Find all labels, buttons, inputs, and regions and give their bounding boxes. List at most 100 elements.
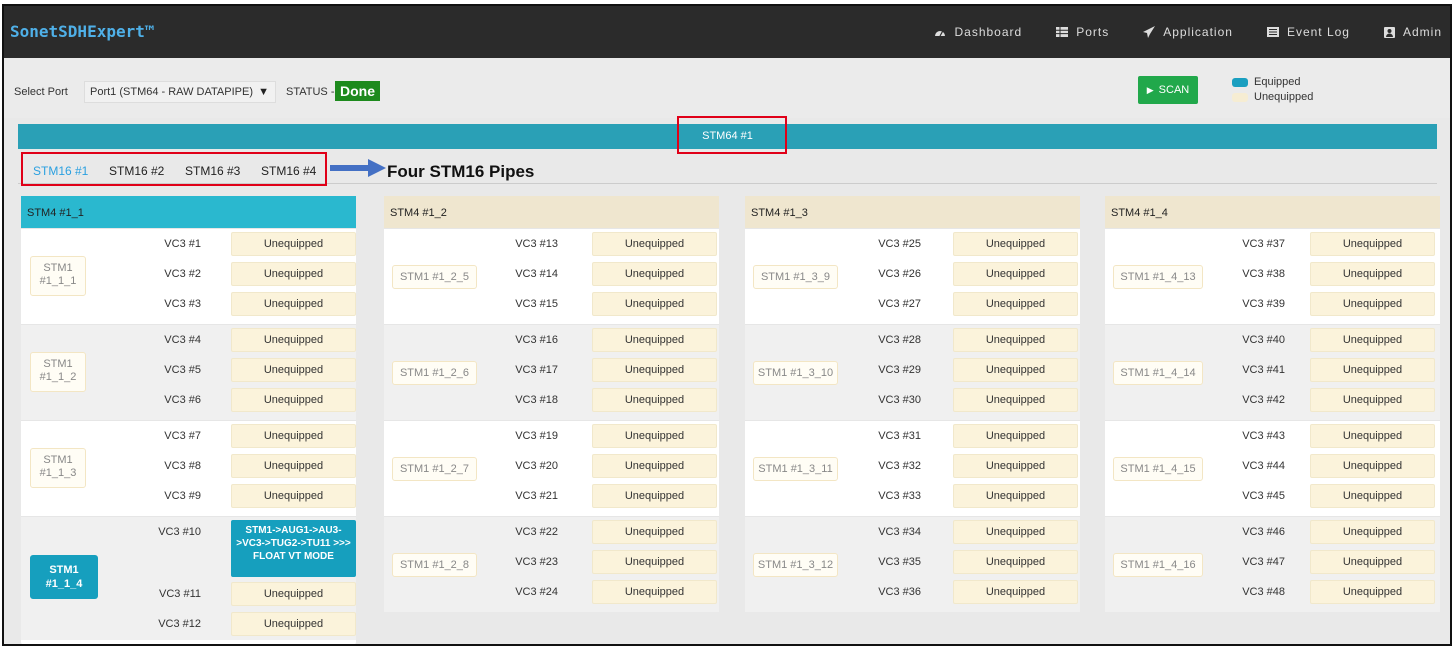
stm1-button[interactable]: STM1 #1_1_3 (30, 448, 86, 488)
vc3-status[interactable]: Unequipped (1310, 262, 1435, 286)
equipped-swatch (1232, 77, 1248, 87)
nav-ports[interactable]: Ports (1056, 25, 1109, 39)
vc3-status[interactable]: Unequipped (592, 262, 717, 286)
stm1-button[interactable]: STM1 #1_1_1 (30, 256, 86, 296)
vc3-status[interactable]: Unequipped (953, 484, 1078, 508)
select-port-label: Select Port (14, 86, 68, 98)
stm1-button[interactable]: STM1 #1_2_5 (392, 265, 477, 289)
vc3-status[interactable]: Unequipped (953, 550, 1078, 574)
vc3-status[interactable]: Unequipped (592, 520, 717, 544)
stm4-card-2-header[interactable]: STM4 #1_2 (384, 196, 719, 228)
vc3-status[interactable]: Unequipped (953, 358, 1078, 382)
vc3-status[interactable]: Unequipped (1310, 580, 1435, 604)
vc3-status[interactable]: Unequipped (953, 424, 1078, 448)
vc3-status[interactable]: Unequipped (231, 232, 356, 256)
stm1-button[interactable]: STM1 #1_2_6 (392, 361, 477, 385)
vc3-status[interactable]: Unequipped (953, 520, 1078, 544)
nav-event-log[interactable]: Event Log (1266, 25, 1350, 39)
port-select[interactable]: Port1 (STM64 - RAW DATAPIPE) ▼ (84, 81, 276, 103)
vc3-label: VC3 #5 (164, 364, 201, 376)
vc3-status[interactable]: Unequipped (231, 388, 356, 412)
nav-dashboard[interactable]: Dashboard (934, 25, 1022, 39)
vc3-label: VC3 #33 (878, 490, 921, 502)
stm1-button[interactable]: STM1 #1_4_15 (1113, 457, 1203, 481)
vc3-label: VC3 #48 (1242, 586, 1285, 598)
vc3-status[interactable]: Unequipped (1310, 232, 1435, 256)
vc3-status[interactable]: Unequipped (953, 328, 1078, 352)
stm1-group: STM1 #1_1_2 VC3 #4 Unequipped VC3 #5 Une… (21, 324, 356, 420)
vc3-status[interactable]: Unequipped (231, 582, 356, 606)
vc3-status[interactable]: Unequipped (231, 328, 356, 352)
vc3-label: VC3 #17 (515, 364, 558, 376)
dropdown-arrow-icon: ▼ (258, 86, 269, 98)
vc3-status[interactable]: Unequipped (592, 232, 717, 256)
stm1-button[interactable]: STM1 #1_1_2 (30, 352, 86, 392)
vc3-label: VC3 #3 (164, 298, 201, 310)
ports-icon (1056, 27, 1069, 37)
vc3-status[interactable]: Unequipped (592, 484, 717, 508)
stm4-card-1-header[interactable]: STM4 #1_1 (21, 196, 356, 228)
vc3-status[interactable]: Unequipped (231, 424, 356, 448)
vc3-label: VC3 #22 (515, 526, 558, 538)
vc3-status[interactable]: Unequipped (1310, 454, 1435, 478)
stm1-button[interactable]: STM1 #1_2_7 (392, 457, 477, 481)
stm1-button[interactable]: STM1 #1_4_13 (1113, 265, 1203, 289)
vc3-status[interactable]: Unequipped (953, 388, 1078, 412)
vc3-status[interactable]: Unequipped (953, 292, 1078, 316)
vc3-status[interactable]: Unequipped (592, 328, 717, 352)
vc3-status[interactable]: Unequipped (1310, 424, 1435, 448)
vc3-status[interactable]: Unequipped (592, 454, 717, 478)
stm1-button[interactable]: STM1 #1_2_8 (392, 553, 477, 577)
vc3-status[interactable]: Unequipped (592, 550, 717, 574)
vc3-status[interactable]: Unequipped (1310, 388, 1435, 412)
stm1-group: STM1 #1_2_5 VC3 #13 Unequipped VC3 #14 U… (384, 228, 719, 324)
legend-equipped-label: Equipped (1254, 76, 1301, 88)
vc3-status[interactable]: Unequipped (1310, 292, 1435, 316)
vc3-label: VC3 #38 (1242, 268, 1285, 280)
vc3-status[interactable]: Unequipped (592, 358, 717, 382)
nav-application-label: Application (1163, 25, 1233, 39)
vc3-status[interactable]: Unequipped (231, 358, 356, 382)
stm1-button[interactable]: STM1 #1_3_10 (753, 361, 838, 385)
vc3-status[interactable]: Unequipped (953, 262, 1078, 286)
vc3-status[interactable]: Unequipped (1310, 520, 1435, 544)
stm1-button[interactable]: STM1 #1_3_11 (753, 457, 838, 481)
vc3-status[interactable]: Unequipped (592, 292, 717, 316)
vc3-status[interactable]: Unequipped (953, 232, 1078, 256)
scan-button[interactable]: ▶ SCAN (1138, 76, 1198, 104)
stm1-group: STM1 #1_1_3 VC3 #7 Unequipped VC3 #8 Une… (21, 420, 356, 516)
stm1-group: STM1 #1_3_12 VC3 #34 Unequipped VC3 #35 … (745, 516, 1080, 612)
vc3-status[interactable]: Unequipped (231, 612, 356, 636)
stm4-card-3-header[interactable]: STM4 #1_3 (745, 196, 1080, 228)
vc3-status[interactable]: Unequipped (953, 454, 1078, 478)
vc3-status[interactable]: Unequipped (953, 580, 1078, 604)
vc3-label: VC3 #10 (158, 526, 201, 538)
stm4-card-4-header[interactable]: STM4 #1_4 (1105, 196, 1440, 228)
nav-application[interactable]: Application (1143, 25, 1233, 39)
stm1-group: STM1 #1_3_10 VC3 #28 Unequipped VC3 #29 … (745, 324, 1080, 420)
scan-label: SCAN (1158, 84, 1190, 96)
stm1-button-equipped[interactable]: STM1 #1_1_4 (30, 555, 98, 599)
stm1-button[interactable]: STM1 #1_3_12 (753, 553, 838, 577)
vc3-status[interactable]: Unequipped (231, 292, 356, 316)
vc3-status[interactable]: Unequipped (1310, 550, 1435, 574)
nav-admin[interactable]: Admin (1383, 25, 1442, 39)
stm1-button[interactable]: STM1 #1_3_9 (753, 265, 838, 289)
vc3-status[interactable]: Unequipped (1310, 484, 1435, 508)
nav-menu: Dashboard Ports Application Event Log Ad… (900, 6, 1442, 58)
vc3-status[interactable]: Unequipped (231, 484, 356, 508)
vc3-label: VC3 #26 (878, 268, 921, 280)
vc3-status[interactable]: Unequipped (1310, 358, 1435, 382)
vc3-status[interactable]: Unequipped (592, 388, 717, 412)
vc3-status[interactable]: Unequipped (231, 262, 356, 286)
vc3-label: VC3 #30 (878, 394, 921, 406)
stm1-group: STM1 #1_1_1 VC3 #1 Unequipped VC3 #2 Une… (21, 228, 356, 324)
stm1-button[interactable]: STM1 #1_4_16 (1113, 553, 1203, 577)
vc3-status[interactable]: Unequipped (592, 424, 717, 448)
vc3-status[interactable]: Unequipped (592, 580, 717, 604)
vc3-status-equipped[interactable]: STM1->AUG1->AU3->VC3->TUG2->TU11 >>> FLO… (231, 520, 356, 577)
vc3-status[interactable]: Unequipped (1310, 328, 1435, 352)
list-icon (1266, 27, 1279, 37)
stm1-button[interactable]: STM1 #1_4_14 (1113, 361, 1203, 385)
vc3-status[interactable]: Unequipped (231, 454, 356, 478)
